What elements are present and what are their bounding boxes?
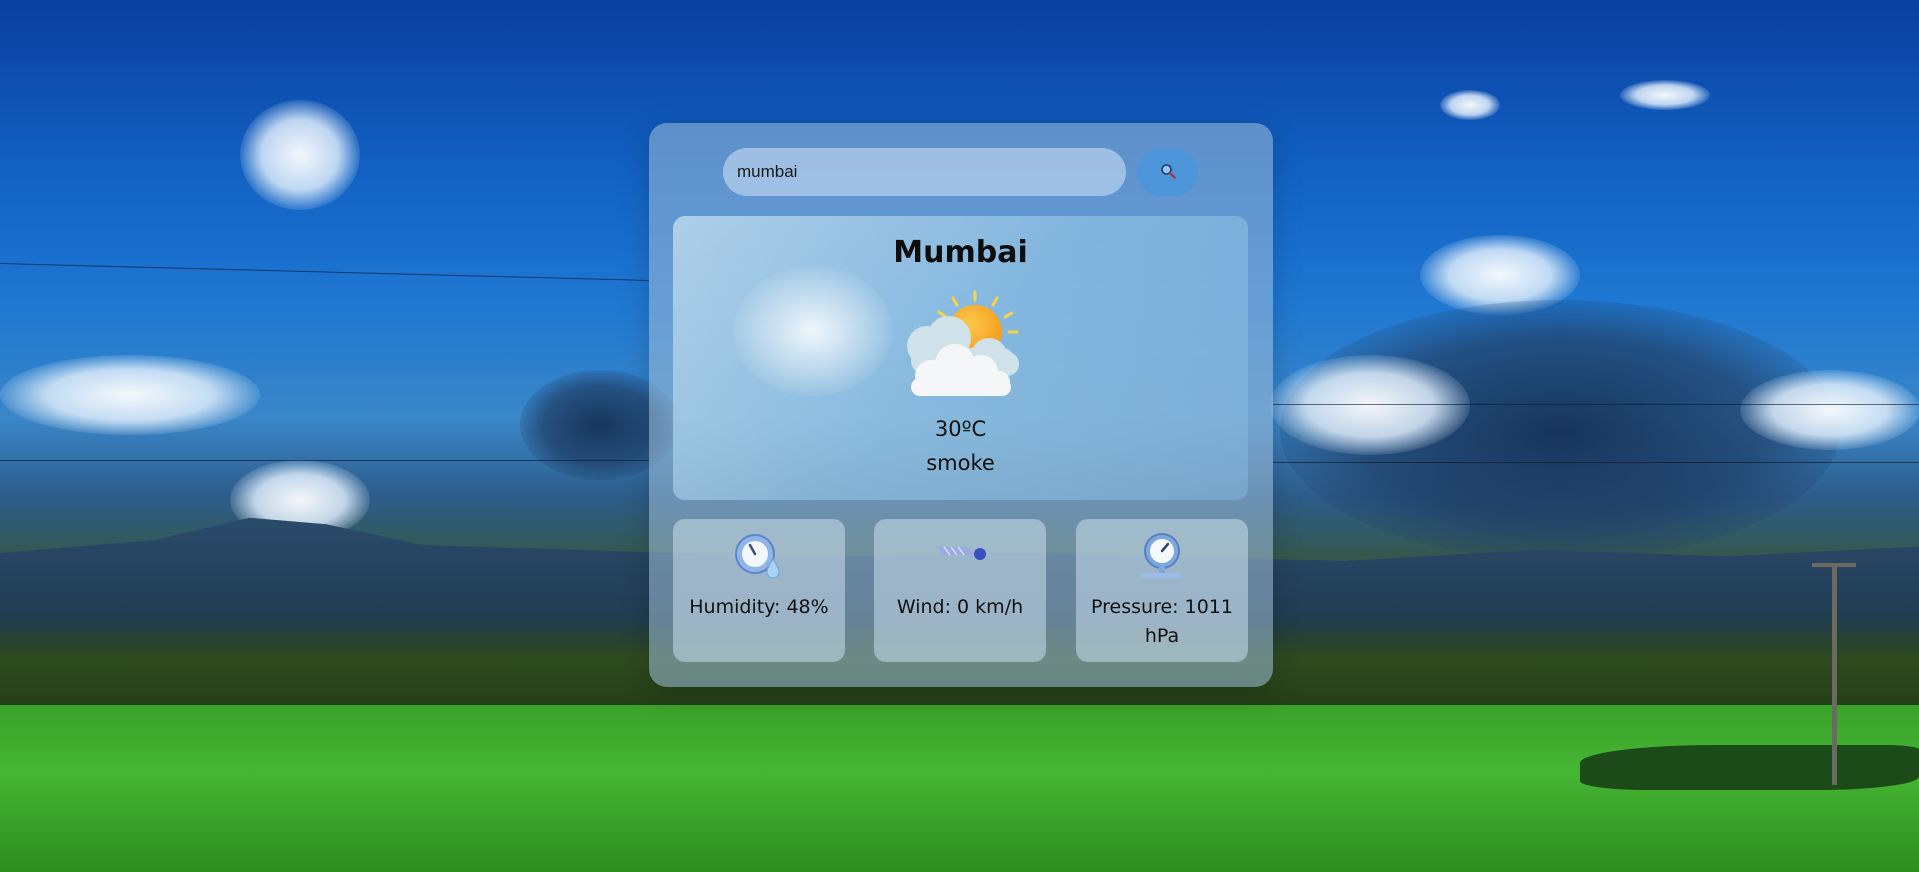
power-line xyxy=(1273,462,1919,463)
city-search-input[interactable] xyxy=(723,148,1126,196)
humidity-value: Humidity: 48% xyxy=(689,596,829,618)
background-cloud xyxy=(0,355,260,435)
power-line xyxy=(0,460,649,461)
background-cloud xyxy=(1440,90,1500,120)
power-line xyxy=(0,263,649,281)
search-icon xyxy=(1160,163,1176,182)
background-cloud xyxy=(1270,355,1470,455)
power-line xyxy=(1273,404,1919,405)
search-bar xyxy=(723,148,1203,198)
wind-icon xyxy=(934,533,986,579)
temperature: 30ºC xyxy=(934,417,987,441)
current-weather-card: Mumbai 30ºC smoke xyxy=(673,216,1248,500)
pressure-gauge-icon xyxy=(1136,533,1188,579)
humidity-gauge-icon xyxy=(733,533,785,579)
background-grass-patch xyxy=(1580,745,1919,790)
background-cloud xyxy=(1620,80,1710,110)
background-landscape: Mumbai xyxy=(0,0,1919,872)
humidity-card: Humidity: 48% xyxy=(673,519,845,662)
wind-value: Wind: 0 km/h xyxy=(896,596,1024,618)
pressure-card: Pressure: 1011 hPa xyxy=(1076,519,1248,662)
sun-behind-cloud-icon xyxy=(897,286,1025,400)
weather-description: smoke xyxy=(926,451,995,475)
card-glow xyxy=(733,266,893,396)
city-name: Mumbai xyxy=(893,235,1028,270)
utility-pole xyxy=(1832,565,1837,785)
search-button[interactable] xyxy=(1137,148,1198,196)
utility-pole-crossbar xyxy=(1812,563,1856,567)
pressure-value: Pressure: 1011 hPa xyxy=(1091,596,1233,647)
background-cloud xyxy=(1740,370,1919,450)
wind-card: Wind: 0 km/h xyxy=(874,519,1046,662)
background-cloud xyxy=(240,100,360,210)
weather-panel: Mumbai xyxy=(649,123,1273,687)
